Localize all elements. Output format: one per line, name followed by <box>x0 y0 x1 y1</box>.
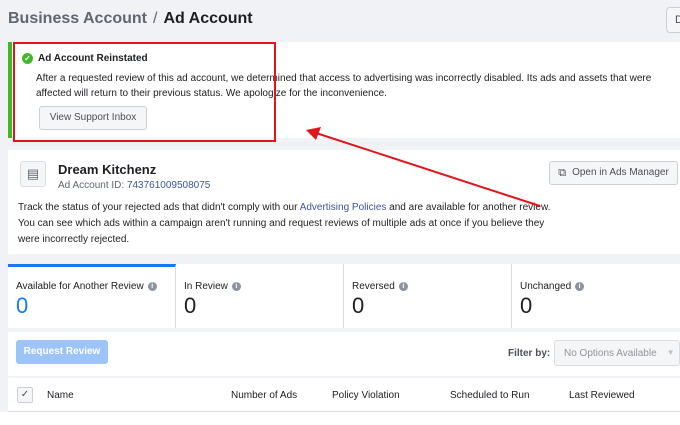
description-text-before: Track the status of your rejected ads th… <box>18 202 300 213</box>
column-header-policy-violation[interactable]: Policy Violation <box>332 390 400 401</box>
stat-label-text: Available for Another Review <box>16 281 144 292</box>
column-header-name[interactable]: Name <box>47 390 74 401</box>
filter-label: Filter by: <box>508 348 551 359</box>
tab-available-for-another-review[interactable]: Available for Another Review i 0 <box>8 264 176 328</box>
column-header-number-of-ads[interactable]: Number of Ads <box>231 390 297 401</box>
view-support-inbox-button[interactable]: View Support Inbox <box>39 106 147 130</box>
table-header: ✓ Name Number of Ads Policy Violation Sc… <box>8 378 680 412</box>
account-card: ▤ Dream Kitchenz Ad Account ID: 74376100… <box>8 150 680 254</box>
ad-account-icon: ▤ <box>20 161 46 187</box>
request-review-button[interactable]: Request Review <box>16 340 108 364</box>
info-icon[interactable]: i <box>147 282 157 291</box>
notice-title-row: ✓ Ad Account Reinstated <box>22 53 148 64</box>
stat-value: 0 <box>16 293 29 318</box>
stat-label: Reversed i <box>352 281 511 292</box>
tab-in-review[interactable]: In Review i 0 <box>176 264 344 328</box>
stat-value: 0 <box>352 293 365 318</box>
tab-reversed[interactable]: Reversed i 0 <box>344 264 512 328</box>
info-icon[interactable]: i <box>231 282 241 291</box>
reinstated-notice: ✓ Ad Account Reinstated After a requeste… <box>8 42 680 138</box>
stat-label-text: Unchanged <box>520 281 572 292</box>
table-body <box>0 412 680 425</box>
info-icon[interactable]: i <box>398 282 408 291</box>
account-name: Dream Kitchenz <box>58 162 157 177</box>
review-status-tabs: Available for Another Review i 0 In Revie… <box>8 264 680 328</box>
advertising-policies-link[interactable]: Advertising Policies <box>300 202 387 213</box>
stat-label: In Review i <box>184 281 343 292</box>
column-header-scheduled-to-run[interactable]: Scheduled to Run <box>450 390 530 401</box>
account-description: Track the status of your rejected ads th… <box>18 200 558 248</box>
open-in-ads-manager-button[interactable]: ⧉ Open in Ads Manager <box>549 161 678 185</box>
header-corner-button[interactable]: D <box>666 7 680 33</box>
stat-value: 0 <box>184 293 197 318</box>
breadcrumb-business-account[interactable]: Business Account <box>8 10 147 28</box>
filter-select-value: No Options Available <box>564 348 657 359</box>
stat-label-text: Reversed <box>352 281 395 292</box>
filter-select[interactable]: No Options Available ▼ <box>554 340 680 366</box>
open-in-ads-manager-label: Open in Ads Manager <box>572 167 669 178</box>
stat-label: Unchanged i <box>520 281 680 292</box>
page-header: Business Account / Ad Account D <box>0 0 680 40</box>
stat-value: 0 <box>520 293 533 318</box>
check-circle-icon: ✓ <box>22 53 33 64</box>
breadcrumb-ad-account: Ad Account <box>163 10 253 27</box>
column-header-last-reviewed[interactable]: Last Reviewed <box>569 390 635 401</box>
tab-unchanged[interactable]: Unchanged i 0 <box>512 264 680 328</box>
stat-label: Available for Another Review i <box>16 281 175 292</box>
breadcrumb-separator: / <box>153 10 158 27</box>
breadcrumb: Business Account / Ad Account <box>8 10 253 28</box>
info-icon[interactable]: i <box>575 282 585 291</box>
chevron-down-icon: ▼ <box>666 348 675 357</box>
select-all-checkbox[interactable]: ✓ <box>17 387 33 403</box>
notice-title: Ad Account Reinstated <box>38 53 148 64</box>
stat-label-text: In Review <box>184 281 228 292</box>
table-controls: Request Review Filter by: No Options Ava… <box>8 332 680 376</box>
account-id-row: Ad Account ID: 743761009508075 <box>58 180 210 191</box>
account-id-value[interactable]: 743761009508075 <box>127 180 210 191</box>
account-id-label: Ad Account ID: <box>58 180 125 191</box>
notice-body: After a requested review of this ad acco… <box>36 73 652 99</box>
external-link-icon: ⧉ <box>558 167 567 179</box>
